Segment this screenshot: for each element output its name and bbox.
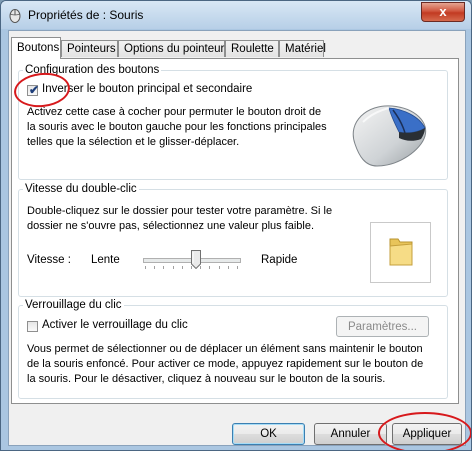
tab-page-boutons: Configuration des boutons ✔ Inverser le … <box>11 58 459 404</box>
slider-tick <box>237 266 238 269</box>
folder-icon <box>389 238 413 266</box>
speed-slider-thumb[interactable] <box>190 250 201 269</box>
slider-tick <box>172 266 174 269</box>
tab-roulette[interactable]: Roulette <box>225 40 279 57</box>
tab-label: Options du pointeur <box>124 43 225 55</box>
group-legend: Configuration des boutons <box>25 64 160 76</box>
title-bar[interactable]: Propriétés de : Souris x <box>1 1 471 29</box>
tab-materiel[interactable]: Matériel <box>279 40 326 57</box>
cancel-button[interactable]: Annuler <box>314 423 387 445</box>
window-title: Propriétés de : Souris <box>28 8 144 22</box>
click-lock-label[interactable]: Activer le verrouillage du clic <box>42 319 188 331</box>
click-lock-checkbox[interactable] <box>27 321 38 332</box>
tab-pointeurs[interactable]: Pointeurs <box>61 40 118 57</box>
description-line: Double-cliquez sur le dossier pour teste… <box>27 205 333 217</box>
dialog-client-area: Boutons Pointeurs Options du pointeur Ro… <box>8 30 471 450</box>
slider-tick <box>163 266 165 269</box>
ok-button[interactable]: OK <box>232 423 305 445</box>
description-line: telles que la sélection et le glisser-dé… <box>27 136 240 148</box>
swap-buttons-label[interactable]: Inverser le bouton principal et secondai… <box>42 83 252 95</box>
apply-button[interactable]: Appliquer <box>392 423 462 445</box>
tab-label: Matériel <box>285 43 326 55</box>
mouse-app-icon <box>9 9 21 23</box>
tab-label: Pointeurs <box>67 43 116 55</box>
tab-boutons[interactable]: Boutons <box>11 37 61 59</box>
description-line: Vous permet de sélectionner ou de déplac… <box>27 343 423 355</box>
click-lock-settings-button[interactable]: Paramètres... <box>336 316 429 337</box>
group-legend: Verrouillage du clic <box>25 299 122 311</box>
close-button[interactable]: x <box>421 2 465 22</box>
description-line: la souris avec le bouton gauche pour les… <box>27 121 327 133</box>
swap-buttons-description: Activez cette case à cocher pour permute… <box>27 105 327 150</box>
mouse-properties-dialog: Propriétés de : Souris x Boutons Pointeu… <box>0 0 472 451</box>
description-line: dossier ne s'ouvre pas, sélectionnez une… <box>27 220 315 232</box>
mouse-illustration-icon <box>352 105 427 167</box>
slider-tick <box>181 266 183 269</box>
tab-label: Roulette <box>231 43 274 55</box>
swap-buttons-checkbox[interactable]: ✔ <box>27 83 40 97</box>
click-lock-description: Vous permet de sélectionner ou de déplac… <box>27 342 423 387</box>
test-folder-area[interactable] <box>370 222 431 283</box>
description-line: la souris. Pour le désactiver, cliquez à… <box>27 373 386 385</box>
checkmark-icon: ✔ <box>29 83 40 97</box>
speed-label: Vitesse : <box>27 254 71 266</box>
group-legend: Vitesse du double-clic <box>25 183 137 195</box>
slider-tick <box>227 266 229 269</box>
fast-label: Rapide <box>261 254 298 266</box>
tab-options-du-pointeur[interactable]: Options du pointeur <box>118 40 225 57</box>
slider-tick <box>145 266 146 269</box>
slider-tick <box>218 266 220 269</box>
description-line: Activez cette case à cocher pour permute… <box>27 106 322 118</box>
slider-tick <box>154 266 156 269</box>
tab-label: Boutons <box>17 42 60 54</box>
close-icon: x <box>439 4 447 19</box>
double-click-description: Double-cliquez sur le dossier pour teste… <box>27 204 332 234</box>
slow-label: Lente <box>91 254 120 266</box>
description-line: de la souris enfoncé. Pour activer ce mo… <box>27 358 424 370</box>
slider-tick <box>209 266 211 269</box>
